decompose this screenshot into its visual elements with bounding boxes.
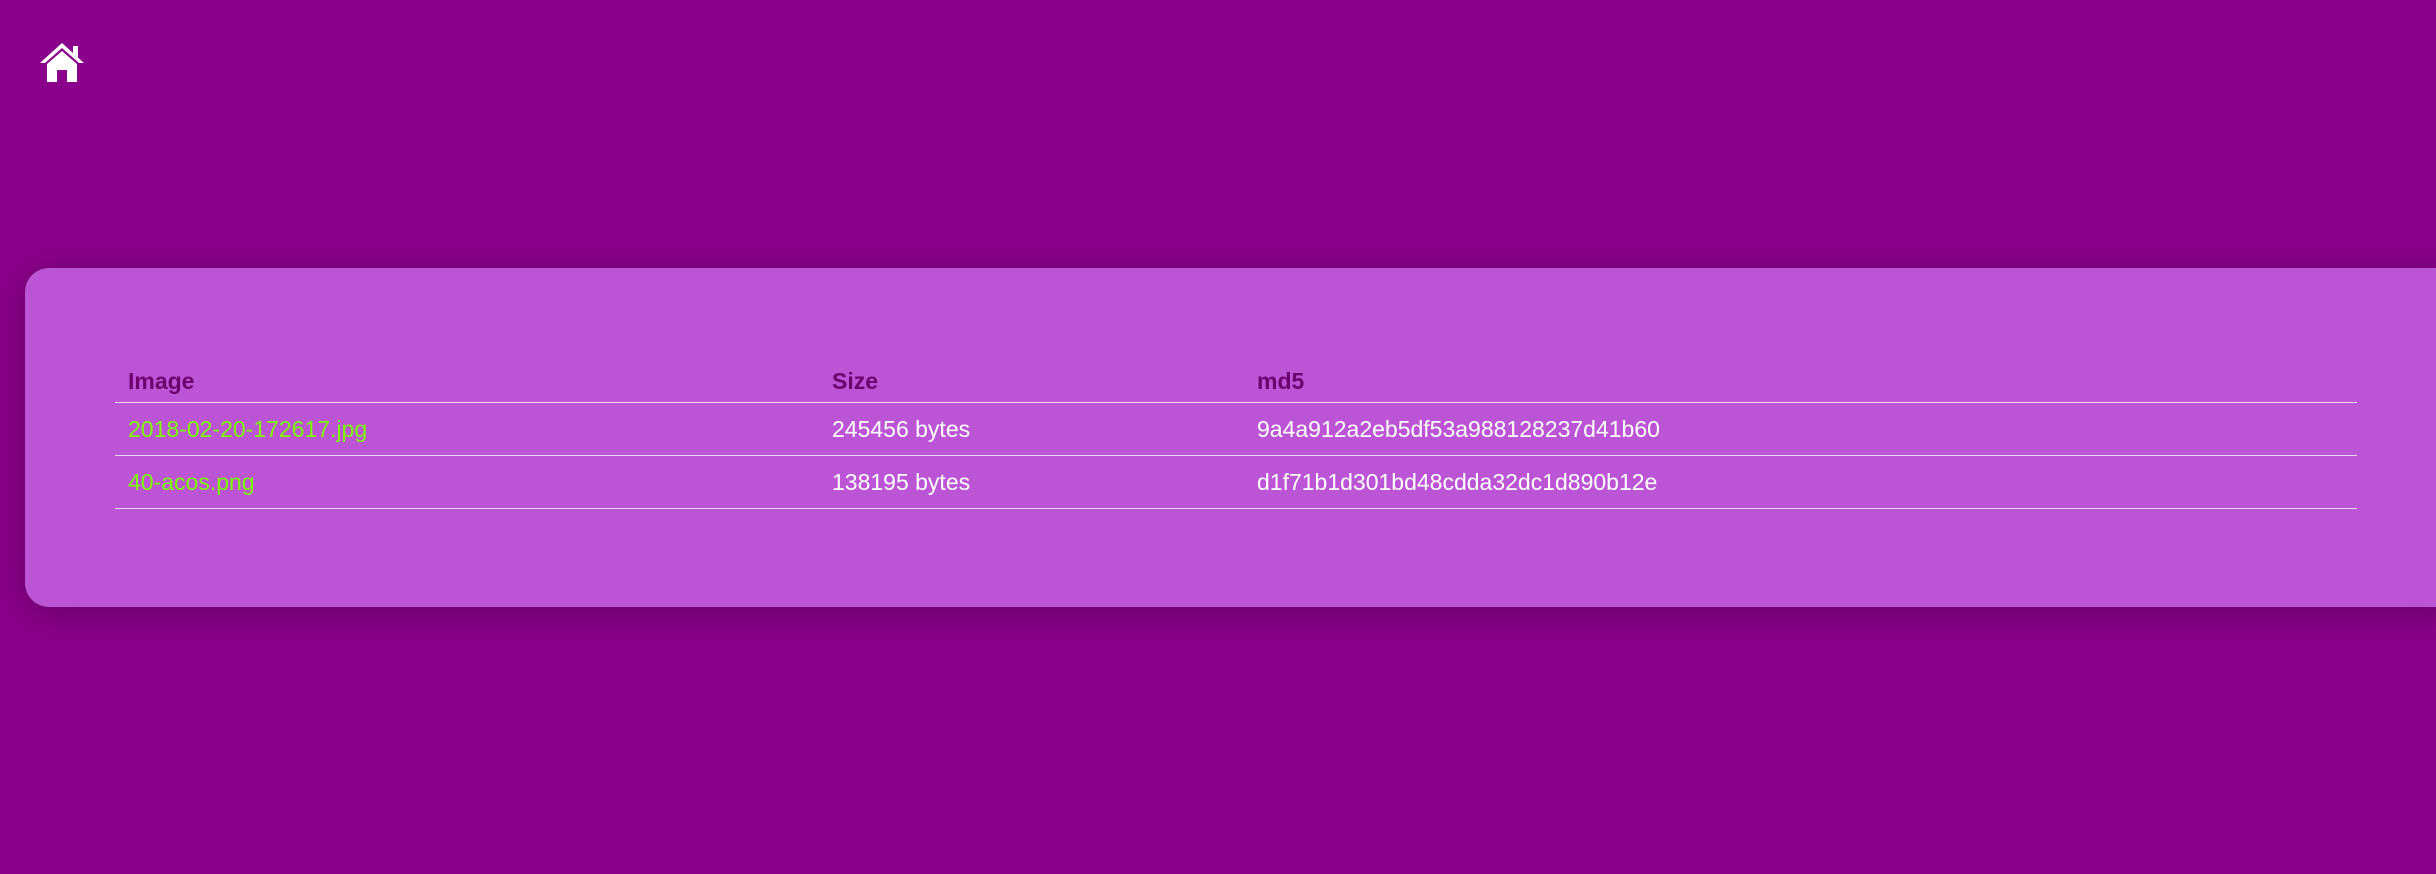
size-cell: 245456 bytes (819, 402, 1244, 456)
table-header-row: Image Size md5 (115, 360, 2357, 403)
image-file-link[interactable]: 40-acos.png (128, 469, 255, 495)
column-header-image: Image (115, 360, 819, 403)
file-table: Image Size md5 2018-02-20-172617.jpg 245… (115, 360, 2357, 509)
image-file-link[interactable]: 2018-02-20-172617.jpg (128, 416, 367, 442)
home-icon (40, 43, 84, 82)
image-cell: 2018-02-20-172617.jpg (115, 402, 819, 456)
image-cell: 40-acos.png (115, 455, 819, 509)
md5-cell: 9a4a912a2eb5df53a988128237d41b60 (1244, 402, 2357, 456)
table-row: 40-acos.png 138195 bytes d1f71b1d301bd48… (115, 455, 2357, 509)
file-list-panel: Image Size md5 2018-02-20-172617.jpg 245… (25, 268, 2436, 607)
column-header-md5: md5 (1244, 360, 2357, 403)
column-header-size: Size (819, 360, 1244, 403)
table-row: 2018-02-20-172617.jpg 245456 bytes 9a4a9… (115, 402, 2357, 456)
home-link[interactable] (38, 40, 86, 84)
md5-cell: d1f71b1d301bd48cdda32dc1d890b12e (1244, 455, 2357, 509)
size-cell: 138195 bytes (819, 455, 1244, 509)
